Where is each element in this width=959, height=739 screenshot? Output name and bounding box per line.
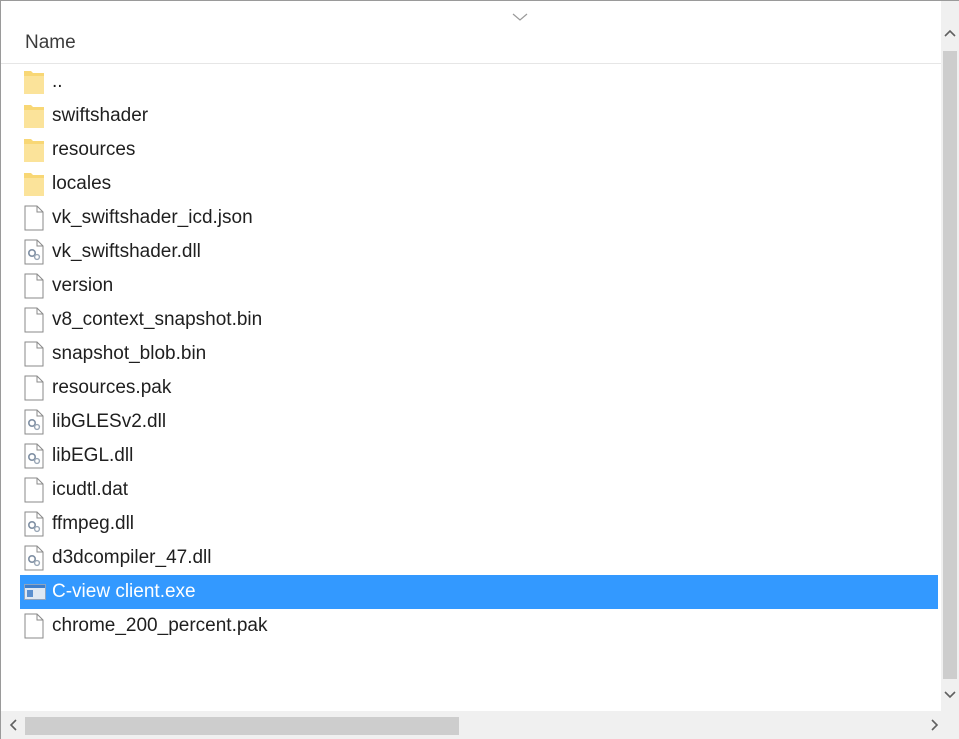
horizontal-scrollbar[interactable] (1, 711, 959, 739)
file-icon (24, 205, 46, 231)
list-item-file[interactable]: d3dcompiler_47.dll (20, 541, 938, 575)
file-name-label: chrome_200_percent.pak (52, 615, 268, 636)
file-icon (24, 477, 46, 503)
vertical-scrollbar[interactable] (941, 1, 959, 711)
file-name-label: v8_context_snapshot.bin (52, 309, 263, 330)
list-item-file[interactable]: ffmpeg.dll (20, 507, 938, 541)
list-item-file[interactable]: icudtl.dat (20, 473, 938, 507)
list-item-file[interactable]: vk_swiftshader_icd.json (20, 201, 938, 235)
folder-icon (24, 103, 46, 129)
file-name-label: resources (52, 139, 136, 160)
dll-file-icon (24, 443, 46, 469)
file-name-label: resources.pak (52, 377, 172, 398)
list-item-file[interactable]: libGLESv2.dll (20, 405, 938, 439)
list-item-file[interactable]: chrome_200_percent.pak (20, 609, 938, 643)
list-item-file[interactable]: libEGL.dll (20, 439, 938, 473)
list-item-file[interactable]: snapshot_blob.bin (20, 337, 938, 371)
dll-file-icon (24, 409, 46, 435)
vertical-scroll-thumb[interactable] (943, 51, 957, 679)
list-item-file[interactable]: resources.pak (20, 371, 938, 405)
list-item-file[interactable]: vk_swiftshader.dll (20, 235, 938, 269)
file-name-label: swiftshader (52, 105, 149, 126)
folder-icon (24, 69, 46, 95)
file-name-label: libGLESv2.dll (52, 411, 167, 432)
file-name-label: vk_swiftshader_icd.json (52, 207, 253, 228)
file-name-label: libEGL.dll (52, 445, 134, 466)
scroll-left-arrow-icon[interactable] (1, 711, 25, 739)
file-name-label: icudtl.dat (52, 479, 129, 500)
file-list: .. swiftshader resources locales vk_swiftsha… (1, 65, 941, 710)
folder-icon (24, 137, 46, 163)
dll-file-icon (24, 239, 46, 265)
file-name-label: ffmpeg.dll (52, 513, 135, 534)
list-item-folder[interactable]: swiftshader (20, 99, 938, 133)
file-icon (24, 307, 46, 333)
list-item-file[interactable]: version (20, 269, 938, 303)
column-header-name[interactable]: Name (25, 31, 76, 55)
file-icon (24, 341, 46, 367)
scroll-down-arrow-icon[interactable] (941, 685, 959, 705)
application-icon (24, 579, 46, 605)
file-name-label: version (52, 275, 114, 296)
file-icon (24, 273, 46, 299)
file-name-label: d3dcompiler_47.dll (52, 547, 212, 568)
file-name-label: locales (52, 173, 112, 194)
file-name-label: .. (52, 71, 63, 92)
scroll-up-arrow-icon[interactable] (941, 23, 959, 43)
file-icon (24, 613, 46, 639)
list-item-file[interactable]: C-view client.exe (20, 575, 938, 609)
horizontal-scroll-thumb[interactable] (25, 717, 459, 735)
list-item-folder[interactable]: .. (20, 65, 938, 99)
dll-file-icon (24, 545, 46, 571)
list-item-file[interactable]: v8_context_snapshot.bin (20, 303, 938, 337)
list-item-folder[interactable]: resources (20, 133, 938, 167)
list-header: Name (1, 1, 941, 64)
dll-file-icon (24, 511, 46, 537)
file-list-window: Name .. swiftshader resources locales vk_swi… (0, 0, 959, 739)
folder-icon (24, 171, 46, 197)
file-name-label: C-view client.exe (52, 581, 196, 602)
file-name-label: vk_swiftshader.dll (52, 241, 201, 262)
chevron-down-icon[interactable] (512, 13, 528, 21)
list-item-folder[interactable]: locales (20, 167, 938, 201)
scroll-right-arrow-icon[interactable] (923, 711, 947, 739)
file-name-label: snapshot_blob.bin (52, 343, 207, 364)
file-icon (24, 375, 46, 401)
